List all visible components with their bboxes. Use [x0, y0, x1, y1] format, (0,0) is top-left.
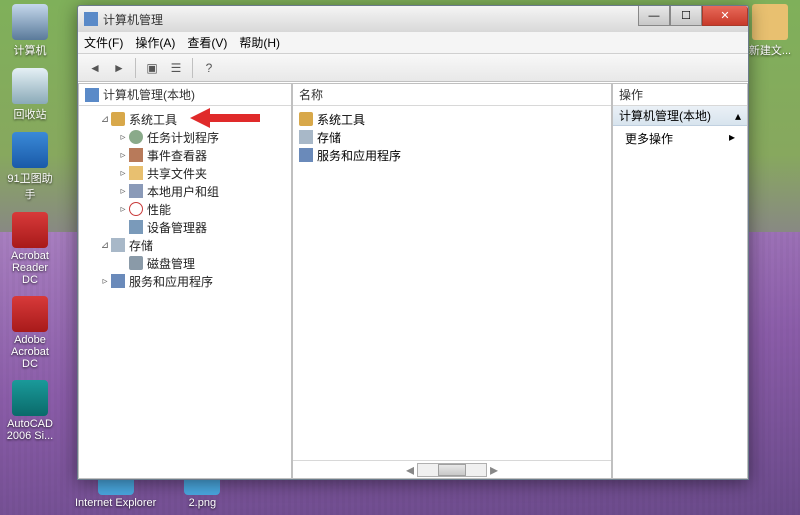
list-item-services[interactable]: 服务和应用程序	[299, 146, 605, 164]
tree-node-storage[interactable]: ⊿存储	[81, 236, 289, 254]
actions-section-title[interactable]: 计算机管理(本地)▴	[613, 106, 747, 126]
tree-node-shared-folders[interactable]: ▹共享文件夹	[81, 164, 289, 182]
action-more[interactable]: 更多操作▸	[613, 126, 747, 151]
menubar: 文件(F) 操作(A) 查看(V) 帮助(H)	[78, 32, 748, 54]
list-item-system-tools[interactable]: 系统工具	[299, 110, 605, 128]
desktop-icon[interactable]: AutoCAD 2006 Si...	[6, 380, 54, 442]
tree-node-device-manager[interactable]: 设备管理器	[81, 218, 289, 236]
computer-icon	[85, 88, 99, 102]
tree-panel: 计算机管理(本地) ⊿系统工具 ▹任务计划程序 ▹事件查看器 ▹共享文件夹 ▹本…	[78, 83, 292, 479]
tree-node-performance[interactable]: ▹性能	[81, 200, 289, 218]
tree-header: 计算机管理(本地)	[79, 84, 291, 106]
toolbar: ◄ ► ▣ ☰ ?	[78, 54, 748, 82]
tree-node-services[interactable]: ▹服务和应用程序	[81, 272, 289, 290]
app-icon	[84, 12, 98, 26]
desktop-icon[interactable]: 91卫图助手	[6, 132, 54, 202]
tree-node-event-viewer[interactable]: ▹事件查看器	[81, 146, 289, 164]
menu-view[interactable]: 查看(V)	[187, 34, 227, 51]
list-header-name[interactable]: 名称	[293, 84, 611, 106]
desktop-icons-right: 新建文...	[746, 4, 794, 68]
collapse-icon: ▴	[735, 109, 741, 123]
properties-button[interactable]: ☰	[165, 57, 187, 79]
tree-node-task-scheduler[interactable]: ▹任务计划程序	[81, 128, 289, 146]
actions-header: 操作	[613, 84, 747, 106]
list-view: 系统工具 存储 服务和应用程序	[293, 106, 611, 460]
computer-management-window: 计算机管理 — ☐ ✕ 文件(F) 操作(A) 查看(V) 帮助(H) ◄ ► …	[77, 5, 749, 480]
desktop-icon[interactable]: Adobe Acrobat DC	[6, 296, 54, 370]
minimize-button[interactable]: —	[638, 6, 670, 26]
desktop-icon[interactable]: 计算机	[6, 4, 54, 58]
menu-file[interactable]: 文件(F)	[84, 34, 123, 51]
navigation-tree: ⊿系统工具 ▹任务计划程序 ▹事件查看器 ▹共享文件夹 ▹本地用户和组 ▹性能 …	[79, 106, 291, 478]
list-panel: 名称 系统工具 存储 服务和应用程序 ◂ ▸	[292, 83, 612, 479]
horizontal-scrollbar[interactable]: ◂ ▸	[293, 460, 611, 478]
desktop-icons-left: 计算机回收站 91卫图助手 Acrobat Reader DC Adobe Acrob…	[6, 4, 66, 452]
maximize-button[interactable]: ☐	[670, 6, 702, 26]
submenu-arrow-icon: ▸	[729, 130, 735, 147]
toolbar-icon[interactable]: ▣	[141, 57, 163, 79]
titlebar[interactable]: 计算机管理 — ☐ ✕	[78, 6, 748, 32]
actions-panel: 操作 计算机管理(本地)▴ 更多操作▸	[612, 83, 748, 479]
close-button[interactable]: ✕	[702, 6, 748, 26]
list-item-storage[interactable]: 存储	[299, 128, 605, 146]
menu-action[interactable]: 操作(A)	[135, 34, 175, 51]
desktop-icon[interactable]: 新建文...	[746, 4, 794, 58]
tree-node-local-users[interactable]: ▹本地用户和组	[81, 182, 289, 200]
menu-help[interactable]: 帮助(H)	[239, 34, 280, 51]
forward-button[interactable]: ►	[108, 57, 130, 79]
tree-node-disk-management[interactable]: 磁盘管理	[81, 254, 289, 272]
window-title: 计算机管理	[103, 11, 163, 28]
help-button[interactable]: ?	[198, 57, 220, 79]
back-button[interactable]: ◄	[84, 57, 106, 79]
desktop-icon[interactable]: Acrobat Reader DC	[6, 212, 54, 286]
tree-node-system-tools[interactable]: ⊿系统工具	[81, 110, 289, 128]
desktop-icon[interactable]: 回收站	[6, 68, 54, 122]
